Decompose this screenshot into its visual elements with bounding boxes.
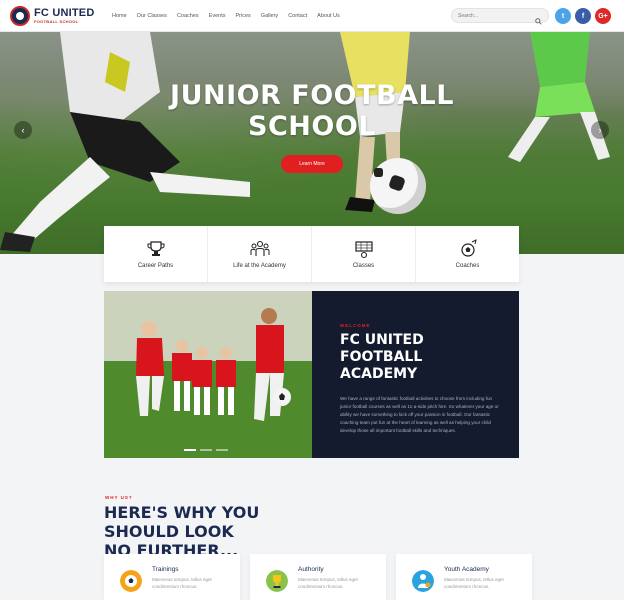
academy-text-panel: WELCOME FC UNITED FOOTBALL ACADEMY We ha… (312, 291, 519, 458)
nav-prices[interactable]: Prices (235, 13, 250, 19)
site-header: FC UNITED FOOTBALL SCHOOL Home Our Class… (0, 0, 624, 32)
slider-prev-icon[interactable]: ‹ (14, 121, 32, 139)
academy-section: WELCOME FC UNITED FOOTBALL ACADEMY We ha… (104, 291, 519, 458)
carousel-dot[interactable] (216, 449, 228, 451)
kids-playing-image (104, 291, 312, 458)
feature-label: Classes (352, 263, 375, 269)
trophy-icon (147, 241, 164, 256)
feature-strip: Career Paths Life at the Academy Classes… (104, 226, 519, 282)
trophy-icon (266, 570, 288, 592)
search-icon[interactable] (535, 12, 542, 25)
hero-player-left (0, 32, 250, 252)
card-youth-academy[interactable]: Youth Academy Maecenas tempus, tellus eg… (396, 554, 532, 600)
team-icon (250, 240, 269, 256)
academy-eyebrow: WELCOME (340, 323, 371, 328)
feature-label: Life at the Academy (233, 263, 286, 269)
card-title: Authority (298, 566, 324, 573)
academy-title-line2: FOOTBALL ACADEMY (340, 349, 423, 382)
feature-coaches[interactable]: Coaches (416, 226, 519, 282)
card-description: Maecenas tempus, tellus eget condimentum… (152, 577, 212, 589)
logo-title: FC UNITED (34, 6, 95, 19)
carousel-dots (184, 449, 228, 451)
card-trainings[interactable]: Trainings Maecenas tempus, tellus eget c… (104, 554, 240, 600)
why-title: HERE'S WHY YOU SHOULD LOOK NO FURTHER... (104, 503, 334, 560)
academy-title: FC UNITED FOOTBALL ACADEMY (340, 332, 497, 383)
feature-label: Career Paths (137, 263, 174, 269)
card-description: Maecenas tempus, tellus eget condimentum… (298, 577, 358, 589)
slider-next-icon[interactable]: › (591, 121, 609, 139)
nav-home[interactable]: Home (112, 13, 127, 19)
logo-subtitle: FOOTBALL SCHOOL (34, 18, 79, 24)
carousel-dot-active[interactable] (184, 449, 196, 451)
hero-title-line2: SCHOOL (248, 111, 376, 142)
ball-icon (460, 239, 477, 257)
goal-icon (354, 241, 373, 259)
nav-about-us[interactable]: About Us (317, 13, 340, 19)
logo-text: FC UNITED FOOTBALL SCHOOL (34, 6, 95, 24)
why-eyebrow: WHY US? (105, 495, 133, 500)
learn-more-button[interactable]: Learn More (281, 155, 343, 173)
academy-title-line1: FC UNITED (340, 332, 424, 348)
academy-description: We have a range of fantastic football ac… (340, 396, 499, 433)
why-title-line1: HERE'S WHY YOU SHOULD LOOK (104, 503, 260, 541)
search-box (451, 8, 549, 25)
nav-contact[interactable]: Contact (288, 13, 307, 19)
nav-events[interactable]: Events (209, 13, 226, 19)
logo-crest-icon (10, 5, 30, 26)
youth-icon (412, 570, 434, 592)
facebook-icon[interactable]: f (575, 8, 591, 24)
card-authority[interactable]: Authority Maecenas tempus, tellus eget c… (250, 554, 386, 600)
page: FC UNITED FOOTBALL SCHOOL Home Our Class… (0, 0, 624, 600)
hero-slider: JUNIOR FOOTBALL SCHOOL Learn More ‹ › (0, 32, 624, 254)
logo[interactable]: FC UNITED FOOTBALL SCHOOL (10, 5, 102, 26)
football-icon (120, 570, 142, 592)
carousel-dot[interactable] (200, 449, 212, 451)
academy-photo (104, 291, 312, 458)
hero-title: JUNIOR FOOTBALL SCHOOL (0, 80, 624, 142)
card-title: Youth Academy (444, 566, 489, 573)
nav-gallery[interactable]: Gallery (261, 13, 278, 19)
nav-our-classes[interactable]: Our Classes (137, 13, 167, 19)
main-nav: Home Our Classes Coaches Events Prices G… (112, 13, 340, 19)
card-description: Maecenas tempus, tellus eget condimentum… (444, 577, 504, 589)
card-body: Authority Maecenas tempus, tellus eget c… (298, 566, 372, 600)
feature-life-at-academy[interactable]: Life at the Academy (208, 226, 312, 282)
why-cards: Trainings Maecenas tempus, tellus eget c… (104, 554, 532, 600)
soccer-ball-image (370, 158, 426, 214)
feature-label: Coaches (455, 263, 480, 269)
twitter-icon[interactable]: t (555, 8, 571, 24)
card-title: Trainings (152, 566, 179, 573)
feature-classes[interactable]: Classes (312, 226, 416, 282)
google-plus-icon[interactable]: G+ (595, 8, 611, 24)
search-input[interactable] (458, 12, 535, 19)
card-body: Youth Academy Maecenas tempus, tellus eg… (444, 566, 518, 600)
card-body: Trainings Maecenas tempus, tellus eget c… (152, 566, 226, 600)
nav-coaches[interactable]: Coaches (177, 13, 199, 19)
hero-title-line1: JUNIOR FOOTBALL (170, 80, 454, 111)
feature-career-paths[interactable]: Career Paths (104, 226, 208, 282)
